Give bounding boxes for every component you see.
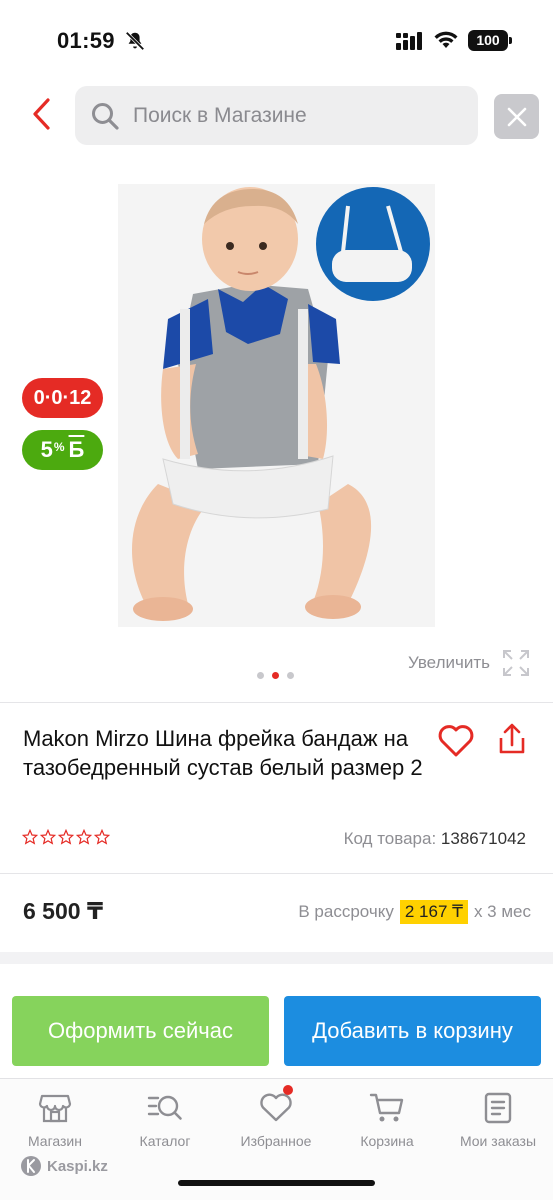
- pagination-dot[interactable]: [257, 672, 264, 679]
- star-empty-icon: [22, 829, 38, 845]
- close-icon: [507, 107, 526, 126]
- status-time: 01:59: [57, 28, 115, 53]
- search-input[interactable]: [133, 103, 453, 128]
- pagination-dot[interactable]: [287, 672, 294, 679]
- product-code-label: Код товара:: [343, 829, 437, 848]
- section-separator: [0, 952, 553, 964]
- cellular-signal-icon: [396, 32, 424, 55]
- search-header: [0, 84, 553, 148]
- star-empty-icon: [94, 829, 110, 845]
- star-empty-icon: [58, 829, 74, 845]
- product-code: Код товара: 138671042: [344, 829, 526, 849]
- tab-store[interactable]: Магазин: [0, 1091, 110, 1149]
- installment-badge[interactable]: 0·0·12: [22, 378, 103, 418]
- home-indicator: [178, 1180, 375, 1186]
- star-empty-icon: [76, 829, 92, 845]
- divider: [0, 873, 553, 874]
- store-icon: [0, 1091, 110, 1125]
- brand-watermark: Kaspi.kz: [20, 1155, 108, 1177]
- status-bar: 01:59 100: [0, 0, 553, 80]
- buy-now-button[interactable]: Оформить сейчас: [12, 996, 269, 1066]
- pagination-dot-active[interactable]: [272, 672, 279, 679]
- tab-label: Избранное: [240, 1133, 312, 1149]
- catalog-search-icon: [110, 1091, 220, 1125]
- search-icon: [89, 100, 121, 132]
- bonus-badge[interactable]: 5% Б: [22, 430, 103, 470]
- orders-icon: [443, 1091, 553, 1125]
- back-button[interactable]: [22, 94, 62, 134]
- chevron-left-icon: [33, 98, 50, 130]
- tab-label: Магазин: [27, 1133, 82, 1149]
- search-box[interactable]: [75, 86, 478, 145]
- tab-cart[interactable]: Корзина: [332, 1091, 442, 1149]
- star-empty-icon: [40, 829, 56, 845]
- gallery-pagination: [257, 672, 294, 679]
- installment-amount: 2 167 ₸: [399, 900, 468, 924]
- tab-favorites[interactable]: Избранное: [221, 1085, 331, 1149]
- bell-muted-icon: [124, 30, 146, 57]
- share-icon: [499, 723, 525, 754]
- battery-indicator: 100: [468, 30, 512, 51]
- bonus-symbol: Б: [68, 437, 85, 462]
- notification-dot: [283, 1085, 293, 1095]
- tab-label: Мои заказы: [459, 1133, 537, 1149]
- close-search-button[interactable]: [494, 94, 539, 139]
- divider: [0, 702, 553, 703]
- tab-catalog[interactable]: Каталог: [110, 1091, 220, 1149]
- tab-label: Каталог: [139, 1133, 191, 1149]
- product-gallery: 0·0·12 5% Б Увеличить: [0, 150, 553, 700]
- cart-icon: [332, 1091, 442, 1125]
- installment-suffix: х 3 мес: [473, 902, 531, 921]
- tab-orders[interactable]: Мои заказы: [443, 1091, 553, 1149]
- installment-info[interactable]: В рассрочку 2 167 ₸ х 3 мес: [298, 900, 531, 924]
- tab-label: Корзина: [360, 1133, 414, 1149]
- product-image[interactable]: [118, 184, 435, 627]
- favorite-button[interactable]: [436, 721, 476, 761]
- bonus-value: 5: [40, 437, 53, 462]
- zoom-label: Увеличить: [408, 653, 490, 672]
- product-price: 6 500 ₸: [23, 898, 103, 924]
- product-title: Makon Mirzo Шина фрейка бандаж на тазобе…: [23, 726, 423, 780]
- bonus-percent: %: [53, 440, 65, 454]
- brand-name: Kaspi.kz: [47, 1157, 108, 1175]
- kaspi-logo-icon: [21, 1156, 41, 1176]
- share-button[interactable]: [494, 721, 532, 761]
- wifi-icon: [433, 30, 459, 55]
- rating-stars[interactable]: [22, 829, 110, 845]
- heart-icon: [438, 725, 474, 757]
- add-to-cart-button[interactable]: Добавить в корзину: [284, 996, 541, 1066]
- product-code-value: 138671042: [440, 829, 526, 848]
- expand-icon: [503, 650, 529, 676]
- heart-icon: [221, 1085, 331, 1125]
- installment-prefix: В рассрочку: [298, 902, 394, 921]
- zoom-button[interactable]: Увеличить: [408, 649, 530, 677]
